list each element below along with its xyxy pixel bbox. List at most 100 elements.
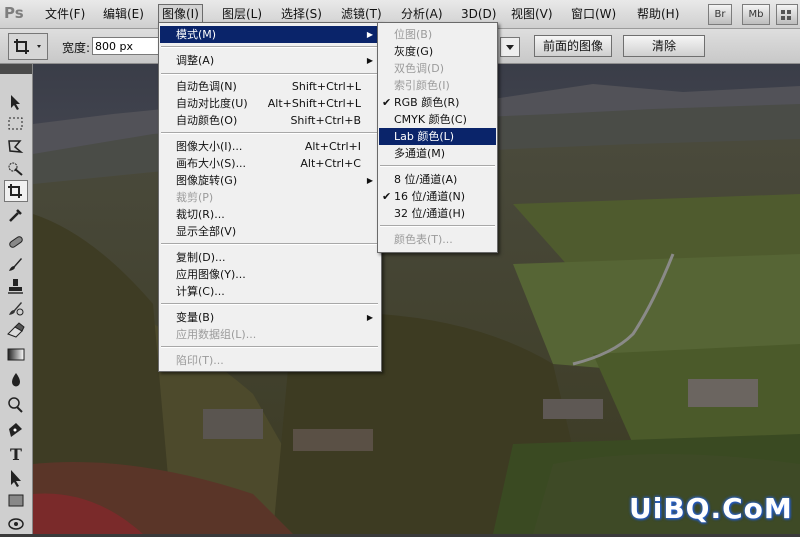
menu-item-auto-tone[interactable]: 自动色调(N) Shift+Ctrl+L	[160, 78, 379, 95]
crop-icon	[14, 39, 41, 54]
menu-item-rgb-color[interactable]: ✔ RGB 颜色(R)	[379, 94, 496, 111]
menu-view[interactable]: 视图(V)	[508, 5, 556, 23]
crop-icon	[8, 184, 22, 198]
move-icon	[11, 95, 20, 110]
menu-item-grayscale[interactable]: 灰度(G)	[379, 43, 496, 60]
submenu-arrow-icon: ▶	[366, 176, 373, 185]
resolution-unit-select[interactable]	[500, 37, 520, 57]
menu-edit[interactable]: 编辑(E)	[100, 5, 147, 23]
dodge-tool[interactable]	[5, 394, 27, 414]
menu-item-8-bit[interactable]: 8 位/通道(A)	[379, 171, 496, 188]
drop-icon	[12, 373, 20, 387]
menu-item-trap: 陷印(T)...	[176, 354, 224, 367]
menu-item-duotone: 双色调(D)	[394, 62, 445, 75]
menu-item-bitmap: 位图(B)	[394, 28, 433, 41]
menu-layer[interactable]: 图层(L)	[219, 5, 265, 23]
menu-analysis[interactable]: 分析(A)	[398, 5, 446, 23]
menu-separator	[161, 73, 378, 75]
submenu-arrow-icon: ▶	[366, 56, 373, 65]
type-tool[interactable]: T	[5, 444, 27, 464]
lasso-icon	[8, 140, 24, 153]
crop-tool[interactable]	[4, 180, 28, 202]
menu-item-mode[interactable]: 模式(M) ▶	[160, 26, 379, 43]
marquee-tool[interactable]	[5, 114, 27, 134]
path-selection-tool[interactable]	[5, 468, 27, 488]
stamp-icon	[8, 279, 23, 294]
history-brush-icon	[9, 302, 24, 316]
toolbox-grip[interactable]	[0, 64, 32, 74]
submenu-arrow-icon: ▶	[366, 30, 373, 39]
shape-tool[interactable]	[5, 490, 27, 510]
menu-item-variables[interactable]: 变量(B) ▶	[160, 309, 379, 326]
menu-window[interactable]: 窗口(W)	[568, 5, 619, 23]
menu-item-duplicate[interactable]: 复制(D)...	[160, 249, 379, 266]
eraser-tool[interactable]	[5, 320, 27, 340]
arrow-icon	[11, 470, 21, 487]
menu-item-color-table: 颜色表(T)...	[394, 233, 453, 246]
submenu-arrow-icon: ▶	[366, 313, 373, 322]
menu-item-image-size[interactable]: 图像大小(I)... Alt+Ctrl+I	[160, 138, 379, 155]
menu-item-cmyk-color[interactable]: CMYK 颜色(C)	[379, 111, 496, 128]
bandage-icon	[9, 236, 23, 248]
eyedropper-icon	[9, 209, 22, 222]
width-input[interactable]	[92, 37, 162, 55]
workspace-button[interactable]	[776, 4, 798, 25]
lasso-tool[interactable]	[5, 136, 27, 156]
gradient-icon	[7, 348, 25, 361]
healing-brush-tool[interactable]	[5, 232, 27, 252]
svg-text:T: T	[10, 445, 22, 464]
width-label: 宽度:	[62, 41, 91, 55]
grid-icon	[781, 10, 791, 20]
tool-preset-picker[interactable]	[8, 33, 48, 60]
checkmark-icon: ✔	[382, 190, 392, 203]
menu-select[interactable]: 选择(S)	[278, 5, 325, 23]
brush-tool[interactable]	[5, 254, 27, 274]
menu-filter[interactable]: 滤镜(T)	[338, 5, 385, 23]
menu-item-auto-contrast[interactable]: 自动对比度(U) Alt+Shift+Ctrl+L	[160, 95, 379, 112]
chevron-down-icon	[506, 45, 514, 50]
menu-item-apply-image[interactable]: 应用图像(Y)...	[160, 266, 379, 283]
menu-separator	[161, 303, 378, 305]
menu-item-16-bit[interactable]: ✔ 16 位/通道(N)	[379, 188, 496, 205]
menu-item-calculations[interactable]: 计算(C)...	[160, 283, 379, 300]
menu-item-lab-color[interactable]: Lab 颜色(L)	[379, 128, 496, 145]
eraser-icon	[7, 322, 25, 338]
menu-item-canvas-size[interactable]: 画布大小(S)... Alt+Ctrl+C	[160, 155, 379, 172]
menu-item-crop: 裁剪(P)	[176, 191, 214, 204]
menu-item-apply-data-set: 应用数据组(L)...	[176, 328, 257, 341]
menu-item-image-rotation[interactable]: 图像旋转(G) ▶	[160, 172, 379, 189]
rotate-3d-icon	[8, 518, 24, 530]
pen-tool[interactable]	[5, 420, 27, 440]
marquee-icon	[8, 117, 23, 130]
menu-separator	[161, 46, 378, 48]
menu-item-32-bit[interactable]: 32 位/通道(H)	[379, 205, 496, 222]
menu-separator	[161, 346, 378, 348]
menu-3d[interactable]: 3D(D)	[458, 5, 499, 23]
eyedropper-tool[interactable]	[5, 204, 27, 224]
bridge-button[interactable]: Br	[708, 4, 732, 25]
menu-item-auto-color[interactable]: 自动颜色(O) Shift+Ctrl+B	[160, 112, 379, 129]
front-image-button[interactable]: 前面的图像	[534, 35, 612, 57]
clear-button[interactable]: 清除	[623, 35, 705, 57]
history-brush-tool[interactable]	[5, 298, 27, 318]
dodge-icon	[8, 397, 23, 413]
photoshop-logo: Ps	[4, 4, 24, 22]
image-menu: 模式(M) ▶ 调整(A) ▶ 自动色调(N) Shift+Ctrl+L 自动对比度(…	[158, 22, 382, 372]
menu-separator	[161, 132, 378, 134]
menu-image[interactable]: 图像(I)	[158, 4, 203, 24]
mini-bridge-button[interactable]: Mb	[742, 4, 770, 25]
menu-help[interactable]: 帮助(H)	[634, 5, 682, 23]
3d-rotate-tool[interactable]	[5, 514, 27, 534]
blur-tool[interactable]	[5, 370, 27, 390]
menu-item-adjustments[interactable]: 调整(A) ▶	[160, 52, 379, 69]
menu-file[interactable]: 文件(F)	[42, 5, 88, 23]
quick-selection-tool[interactable]	[5, 158, 27, 178]
brush-icon	[9, 258, 22, 271]
gradient-tool[interactable]	[5, 344, 27, 364]
menu-item-reveal-all[interactable]: 显示全部(V)	[160, 223, 379, 240]
menu-item-indexed-color: 索引颜色(I)	[394, 79, 450, 92]
menu-item-trim[interactable]: 裁切(R)...	[160, 206, 379, 223]
menu-item-multichannel[interactable]: 多通道(M)	[379, 145, 496, 162]
move-tool[interactable]	[5, 92, 27, 112]
clone-stamp-tool[interactable]	[5, 276, 27, 296]
